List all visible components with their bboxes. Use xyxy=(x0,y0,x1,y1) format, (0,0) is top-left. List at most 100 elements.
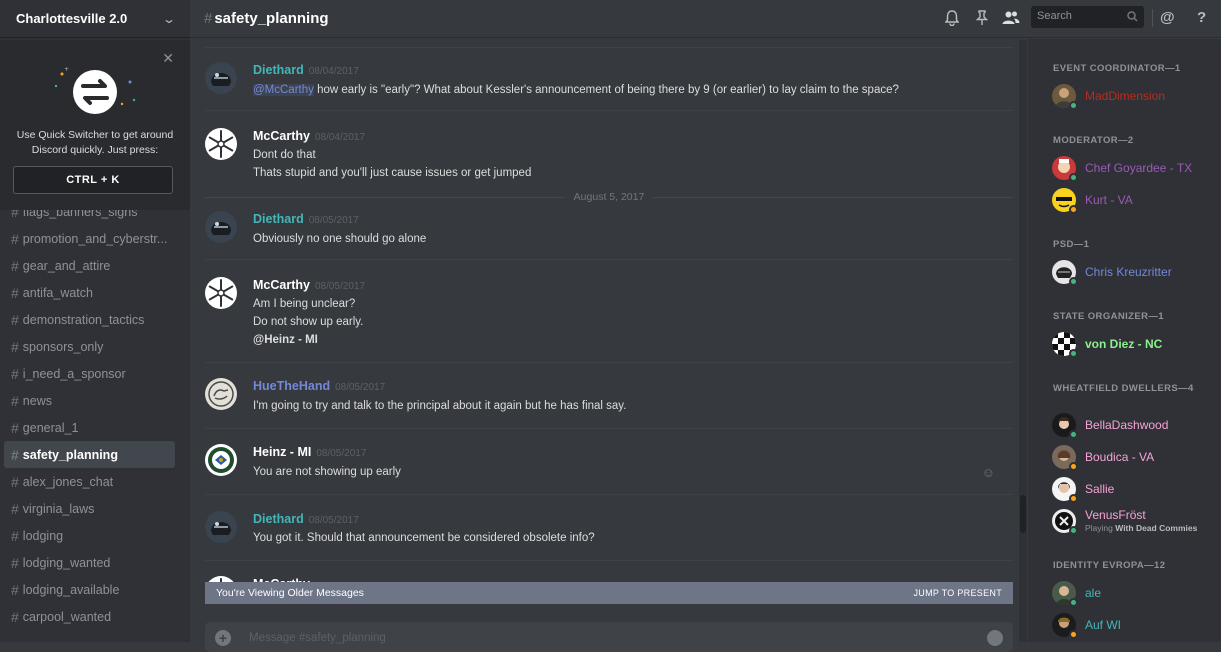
message-author[interactable]: HueTheHand 08/05/2017 xyxy=(253,379,385,393)
message-text: You are not showing up early xyxy=(253,466,401,478)
member-name: Sallie xyxy=(1085,482,1115,496)
hash-icon: # xyxy=(11,527,19,544)
avatar[interactable] xyxy=(205,511,237,543)
channel-item[interactable]: # lodging_wanted xyxy=(4,549,175,576)
channel-item[interactable]: # safety_planning xyxy=(4,441,175,468)
message-author[interactable]: Heinz - MI 08/05/2017 xyxy=(253,445,366,459)
status-online-icon xyxy=(1069,277,1078,286)
member-item[interactable]: MadDimension xyxy=(1052,84,1221,112)
message-text: Obviously no one should go alone xyxy=(253,233,427,245)
status-online-icon xyxy=(1069,101,1078,110)
hash-icon: # xyxy=(11,284,19,301)
bell-icon[interactable] xyxy=(945,10,959,26)
scrollbar-thumb[interactable] xyxy=(1020,495,1026,533)
close-icon[interactable]: ✕ xyxy=(162,50,174,67)
hash-icon: # xyxy=(11,554,19,571)
message-author[interactable]: Diethard 08/05/2017 xyxy=(253,212,359,226)
chevron-down-icon[interactable]: ⌄ xyxy=(162,12,176,26)
pin-icon[interactable] xyxy=(976,10,988,26)
member-item[interactable]: von Diez - NC xyxy=(1052,332,1221,360)
member-item[interactable]: VenusFröst Playing With Dead Commies xyxy=(1052,508,1221,537)
channel-item[interactable]: # lodging xyxy=(4,522,175,549)
search-input[interactable]: Search xyxy=(1031,6,1144,28)
channel-item[interactable]: # i_need_a_sponsor xyxy=(4,360,175,387)
message-input[interactable]: Message #safety_planning xyxy=(249,632,386,644)
hash-icon: # xyxy=(11,419,19,436)
server-header[interactable]: Charlottesville 2.0 ⌄ xyxy=(0,0,190,38)
avatar[interactable] xyxy=(205,211,237,243)
message-author[interactable]: McCarthy 08/04/2017 xyxy=(253,129,365,143)
channel-item[interactable]: # promotion_and_cyberstr... xyxy=(4,225,175,252)
user-mention[interactable]: @McCarthy xyxy=(253,84,314,96)
avatar[interactable] xyxy=(205,277,237,309)
mention-icon[interactable]: @ xyxy=(1160,9,1175,26)
member-item[interactable]: ale xyxy=(1052,581,1221,609)
message-divider xyxy=(205,259,1013,260)
channel-list: # flags_banners_signs # promotion_and_cyber… xyxy=(0,198,190,630)
channel-name: gear_and_attire xyxy=(22,258,111,273)
message-scrollbar[interactable] xyxy=(1019,40,1027,642)
member-item[interactable]: Boudica - VA xyxy=(1052,445,1221,473)
channel-name: i_need_a_sponsor xyxy=(22,366,126,381)
message-timestamp: 08/05/2017 xyxy=(314,281,366,292)
message-text: Thats stupid and you'll just cause issue… xyxy=(253,167,532,179)
helmet-avatar-icon xyxy=(205,62,237,94)
message-timestamp: 08/04/2017 xyxy=(314,132,366,143)
channel-item[interactable]: # news xyxy=(4,387,175,414)
avatar[interactable] xyxy=(205,62,237,94)
member-item[interactable]: Kurt - VA xyxy=(1052,188,1221,216)
channel-item[interactable]: # alex_jones_chat xyxy=(4,468,175,495)
status-online-icon xyxy=(1069,430,1078,439)
member-item[interactable]: Chris Kreuzritter xyxy=(1052,260,1221,288)
channel-name: lodging_available xyxy=(22,582,120,597)
status-online-icon xyxy=(1069,349,1078,358)
jump-to-present-button[interactable]: JUMP TO PRESENT xyxy=(913,588,1002,598)
channel-item[interactable]: # sponsors_only xyxy=(4,333,175,360)
hash-icon: # xyxy=(11,257,19,274)
status-online-icon xyxy=(1069,598,1078,607)
channel-item[interactable]: # demonstration_tactics xyxy=(4,306,175,333)
hash-icon: # xyxy=(11,338,19,355)
channel-name: lodging xyxy=(22,528,64,543)
member-item[interactable]: Auf WI xyxy=(1052,613,1221,641)
older-messages-bar[interactable]: You're Viewing Older Messages JUMP TO PR… xyxy=(205,582,1013,604)
message-composer[interactable]: + Message #safety_planning xyxy=(205,622,1013,652)
member-item[interactable]: BellaDashwood xyxy=(1052,413,1221,441)
avatar[interactable] xyxy=(205,378,237,410)
message-author[interactable]: Diethard 08/05/2017 xyxy=(253,512,359,526)
add-reaction-icon[interactable]: ☺ xyxy=(982,465,995,480)
member-item[interactable]: Chef Goyardee - TX xyxy=(1052,156,1221,184)
member-name: VenusFröst xyxy=(1085,508,1146,522)
channel-item[interactable]: # gear_and_attire xyxy=(4,252,175,279)
channel-item[interactable]: # virginia_laws xyxy=(4,495,175,522)
message-divider xyxy=(205,47,1013,48)
status-idle-icon xyxy=(1069,205,1078,214)
channel-title-text: safety_planning xyxy=(214,10,329,27)
user-mention[interactable]: @Heinz - MI xyxy=(253,334,318,346)
hash-icon: # xyxy=(11,392,19,409)
quick-switcher-shortcut[interactable]: CTRL + K xyxy=(13,166,173,194)
message-timestamp: 08/05/2017 xyxy=(316,448,367,459)
channel-item[interactable]: # antifa_watch xyxy=(4,279,175,306)
channel-item[interactable]: # carpool_wanted xyxy=(4,603,175,630)
message-text: @McCarthy how early is "early"? What abo… xyxy=(253,84,899,96)
channel-item[interactable]: # general_1 xyxy=(4,414,175,441)
members-icon[interactable] xyxy=(1002,10,1020,26)
header-divider xyxy=(1152,9,1153,27)
message-list: Diethard 08/04/2017 @McCarthy how early i… xyxy=(205,40,1013,600)
upload-plus-icon[interactable]: + xyxy=(215,630,231,646)
channel-name: promotion_and_cyberstr... xyxy=(22,231,168,246)
message-author[interactable]: McCarthy 08/05/2017 xyxy=(253,278,365,292)
help-icon[interactable]: ? xyxy=(1197,9,1206,26)
channel-item[interactable]: # lodging_available xyxy=(4,576,175,603)
channel-name: lodging_wanted xyxy=(22,555,111,570)
avatar[interactable] xyxy=(205,444,237,476)
message-author[interactable]: Diethard 08/04/2017 xyxy=(253,63,359,77)
helmet-avatar-icon xyxy=(205,511,237,543)
role-header: PSD—1 xyxy=(1053,239,1090,250)
emoji-icon[interactable] xyxy=(987,630,1003,646)
avatar[interactable] xyxy=(205,128,237,160)
member-item[interactable]: Sallie xyxy=(1052,477,1221,505)
member-name: Chris Kreuzritter xyxy=(1085,265,1172,279)
channel-name: alex_jones_chat xyxy=(22,474,114,489)
